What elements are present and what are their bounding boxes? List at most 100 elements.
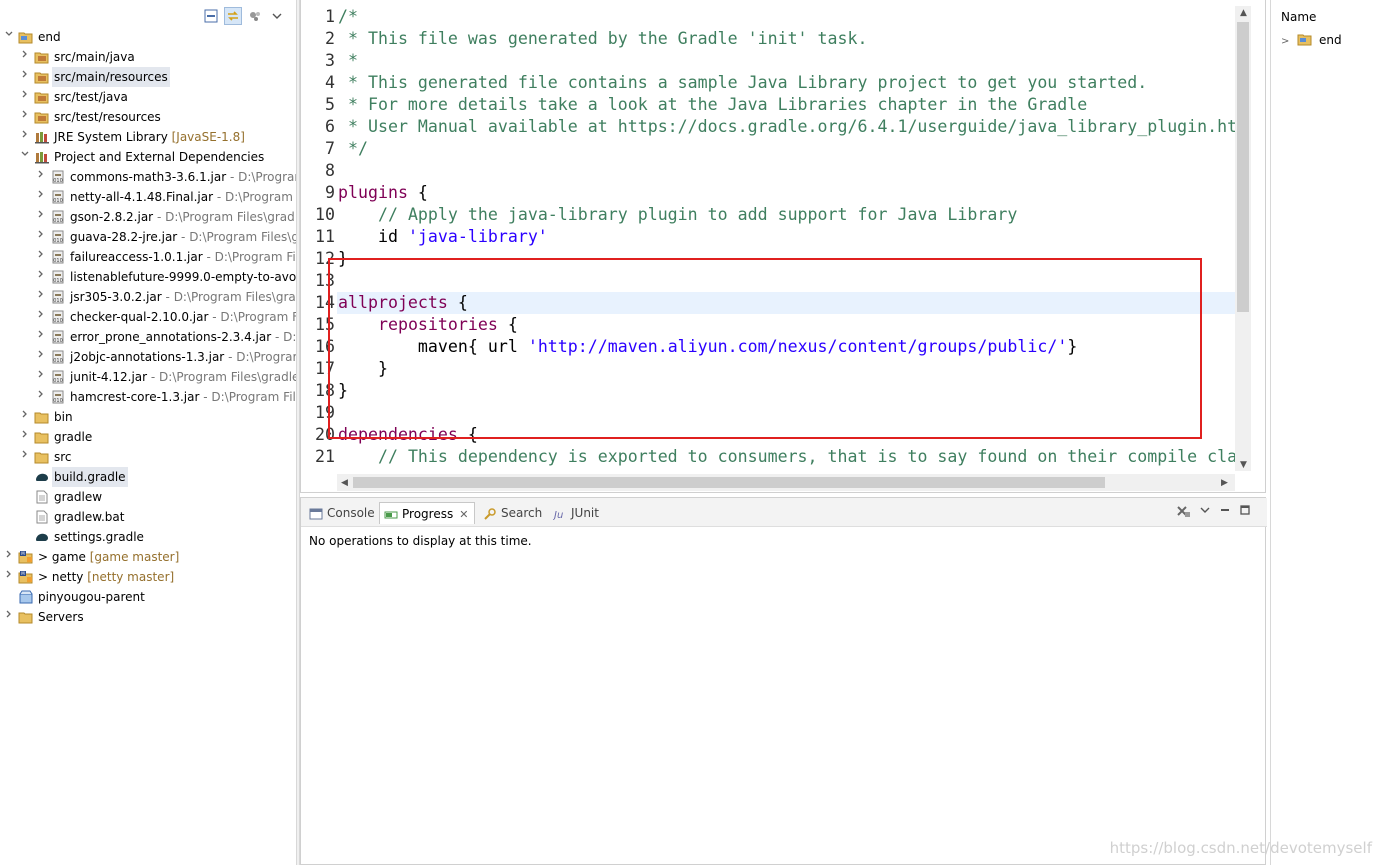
tree-item[interactable]: end <box>0 27 296 47</box>
tree-item[interactable]: M > game [game master] <box>0 547 296 567</box>
tree-item[interactable]: M > netty [netty master] <box>0 567 296 587</box>
expand-chevron-icon[interactable] <box>36 367 46 387</box>
tree-item[interactable]: src/test/java <box>0 87 296 107</box>
line-number: 8 <box>325 161 335 180</box>
view-menu-chevron-icon[interactable] <box>1199 504 1211 521</box>
red-annotation-box <box>328 258 1202 439</box>
expand-chevron-icon[interactable] <box>20 87 30 107</box>
expand-chevron-icon[interactable] <box>36 387 46 407</box>
expand-chevron-icon[interactable] <box>36 307 46 327</box>
tree-item[interactable]: gradlew <box>0 487 296 507</box>
expand-chevron-icon[interactable]: > <box>1281 36 1289 47</box>
tree-item[interactable]: 010 gson-2.8.2.jar - D:\Program Files\gra… <box>0 207 296 227</box>
expand-chevron-icon[interactable] <box>20 107 30 127</box>
outline-item-end[interactable]: > end <box>1281 30 1342 50</box>
close-tab-icon[interactable]: ✕ <box>459 508 468 521</box>
editor-build-gradle[interactable]: 1/* 2 * This file was generated by the Gr… <box>300 0 1266 493</box>
expand-chevron-icon[interactable] <box>20 407 30 427</box>
expand-chevron-icon[interactable] <box>36 327 46 347</box>
expand-chevron-icon[interactable] <box>4 607 14 627</box>
view-menu-icon[interactable] <box>268 7 286 25</box>
line-number: 9 <box>325 183 335 202</box>
tree-item-label: settings.gradle <box>54 530 144 544</box>
tree-item[interactable]: 010 error_prone_annotations-2.3.4.jar - D… <box>0 327 296 347</box>
expand-chevron-icon[interactable] <box>20 47 30 67</box>
minimize-icon[interactable] <box>1219 504 1231 521</box>
tree-item[interactable]: settings.gradle <box>0 527 296 547</box>
collapse-chevron-icon[interactable] <box>4 27 14 47</box>
explorer-toolbar <box>202 6 286 26</box>
svg-text:010: 010 <box>53 318 63 324</box>
tree-item[interactable]: 010 commons-math3-3.6.1.jar - D:\Program <box>0 167 296 187</box>
expand-chevron-icon[interactable] <box>20 447 30 467</box>
tree-item[interactable]: src/main/resources <box>0 67 296 87</box>
tree-item[interactable]: 010 hamcrest-core-1.3.jar - D:\Program Fi… <box>0 387 296 407</box>
tree-item[interactable]: 010 checker-qual-2.10.0.jar - D:\Program … <box>0 307 296 327</box>
svg-text:010: 010 <box>53 378 63 384</box>
jar-icon: 010 <box>50 370 66 384</box>
file-icon <box>34 490 50 504</box>
tree-item[interactable]: Servers <box>0 607 296 627</box>
line-number: 1 <box>325 7 335 26</box>
bottom-views: Console Progress ✕ Search Ju JUnit No operati… <box>300 497 1267 865</box>
tree-item[interactable]: src/main/java <box>0 47 296 67</box>
expand-chevron-icon[interactable] <box>36 347 46 367</box>
expand-chevron-icon[interactable] <box>4 567 14 587</box>
tree-item-label: netty-all-4.1.48.Final.jar - D:\Program … <box>70 190 296 204</box>
filters-icon[interactable] <box>246 7 264 25</box>
scroll-up-icon[interactable]: ▲ <box>1240 8 1247 18</box>
expand-chevron-icon[interactable] <box>36 207 46 227</box>
tree-item[interactable]: 010 netty-all-4.1.48.Final.jar - D:\Progr… <box>0 187 296 207</box>
tree-item[interactable]: 010 guava-28.2-jre.jar - D:\Program Files… <box>0 227 296 247</box>
tree-item[interactable]: 010 junit-4.12.jar - D:\Program Files\gra… <box>0 367 296 387</box>
scroll-left-icon[interactable]: ◀ <box>341 478 348 488</box>
collapse-all-icon[interactable] <box>202 7 220 25</box>
jar-icon: 010 <box>50 270 66 284</box>
expand-chevron-icon[interactable] <box>4 547 14 567</box>
expand-chevron-icon[interactable] <box>36 287 46 307</box>
tree-item[interactable]: bin <box>0 407 296 427</box>
expand-chevron-icon[interactable] <box>36 247 46 267</box>
collapse-chevron-icon[interactable] <box>20 147 30 167</box>
tree-item[interactable]: gradle <box>0 427 296 447</box>
scroll-right-icon[interactable]: ▶ <box>1221 478 1228 488</box>
line-number: 6 <box>325 117 335 136</box>
maven-project-icon: M <box>18 550 34 564</box>
horizontal-scroll-thumb[interactable] <box>353 477 1105 488</box>
line-number: 7 <box>325 139 335 158</box>
expand-chevron-icon[interactable] <box>36 227 46 247</box>
svg-text:010: 010 <box>53 398 63 404</box>
code-text: * <box>338 51 358 70</box>
scroll-down-icon[interactable]: ▼ <box>1240 460 1247 470</box>
maximize-icon[interactable] <box>1239 504 1251 521</box>
file-icon <box>34 510 50 524</box>
tab-console[interactable]: Console <box>305 502 381 524</box>
tree-item[interactable]: src/test/resources <box>0 107 296 127</box>
expand-chevron-icon[interactable] <box>36 267 46 287</box>
tree-item[interactable]: build.gradle <box>0 467 296 487</box>
expand-chevron-icon[interactable] <box>20 67 30 87</box>
expand-chevron-icon[interactable] <box>20 127 30 147</box>
jar-icon: 010 <box>50 290 66 304</box>
tree-item[interactable]: Project and External Dependencies <box>0 147 296 167</box>
remove-all-icon[interactable] <box>1175 504 1191 521</box>
tree-item[interactable]: 010 jsr305-3.0.2.jar - D:\Program Files\g… <box>0 287 296 307</box>
tree-item[interactable]: 010 listenablefuture-9999.0-empty-to-avoi… <box>0 267 296 287</box>
jar-icon: 010 <box>50 390 66 404</box>
tree-item[interactable]: src <box>0 447 296 467</box>
vertical-scroll-thumb[interactable] <box>1237 22 1249 312</box>
expand-chevron-icon[interactable] <box>36 167 46 187</box>
expand-chevron-icon[interactable] <box>20 427 30 447</box>
tree-item[interactable]: gradlew.bat <box>0 507 296 527</box>
tree-item[interactable]: JRE System Library [JavaSE-1.8] <box>0 127 296 147</box>
tree-item[interactable]: 010 failureaccess-1.0.1.jar - D:\Program … <box>0 247 296 267</box>
tree-item[interactable]: pinyougou-parent <box>0 587 296 607</box>
tree-item[interactable]: 010 j2objc-annotations-1.3.jar - D:\Progr… <box>0 347 296 367</box>
tab-progress[interactable]: Progress ✕ <box>379 502 476 524</box>
right-panel: Name > end <box>1270 0 1382 865</box>
expand-chevron-icon[interactable] <box>36 187 46 207</box>
tab-search[interactable]: Search <box>479 502 548 524</box>
link-with-editor-icon[interactable] <box>224 7 242 25</box>
library-icon <box>34 130 50 144</box>
tab-junit[interactable]: Ju JUnit <box>549 502 605 524</box>
